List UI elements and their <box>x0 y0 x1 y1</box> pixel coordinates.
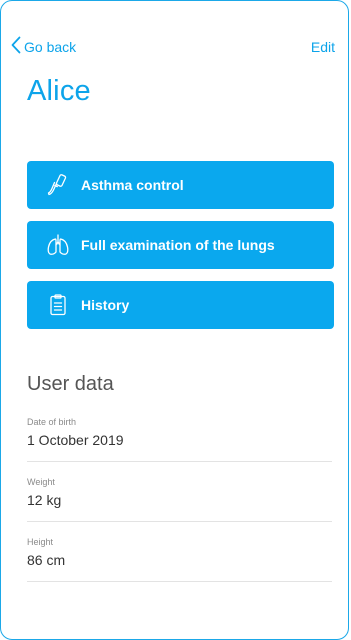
height-field: Height 86 cm <box>27 537 332 582</box>
asthma-control-button[interactable]: Asthma control <box>27 161 334 209</box>
user-data-heading: User data <box>27 373 114 395</box>
chevron-left-icon <box>11 36 24 59</box>
weight-field: Weight 12 kg <box>27 477 332 522</box>
history-label: History <box>81 297 130 313</box>
weight-value: 12 kg <box>27 492 62 508</box>
edit-button[interactable]: Edit <box>311 39 335 55</box>
date-of-birth-field: Date of birth 1 October 2019 <box>27 417 332 462</box>
date-of-birth-value: 1 October 2019 <box>27 432 124 448</box>
history-button[interactable]: History <box>27 281 334 329</box>
clipboard-icon <box>45 292 71 318</box>
height-value: 86 cm <box>27 552 66 568</box>
lung-examination-label: Full examination of the lungs <box>81 237 275 253</box>
lungs-icon <box>45 232 71 258</box>
asthma-control-label: Asthma control <box>81 177 184 193</box>
nav-bar: Go back Edit <box>11 36 335 59</box>
app-frame: Go back Edit Alice Asthma control Full e… <box>0 0 349 640</box>
inhaler-icon <box>45 172 71 198</box>
weight-label: Weight <box>27 477 55 487</box>
back-button[interactable]: Go back <box>11 36 76 59</box>
height-label: Height <box>27 537 54 547</box>
back-button-label: Go back <box>24 39 77 55</box>
date-of-birth-label: Date of birth <box>27 417 77 427</box>
page-title: Alice <box>27 75 91 107</box>
lung-examination-button[interactable]: Full examination of the lungs <box>27 221 334 269</box>
